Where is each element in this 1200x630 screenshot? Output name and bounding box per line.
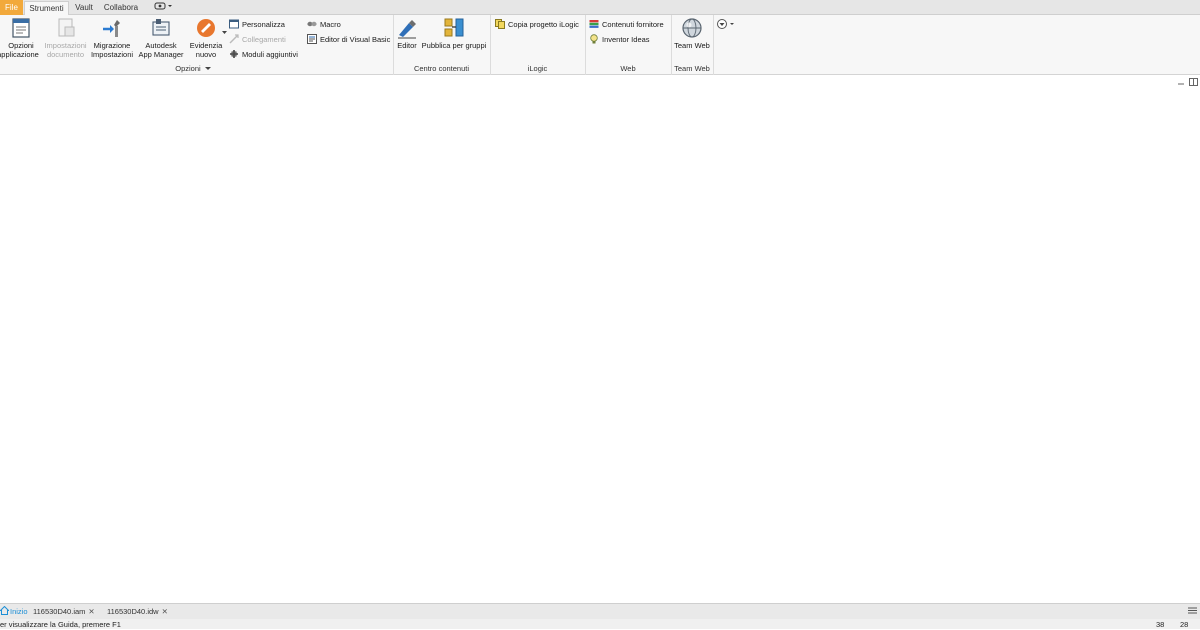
graphics-canvas[interactable] bbox=[0, 76, 1200, 603]
links-icon bbox=[229, 34, 239, 44]
customize-icon bbox=[229, 19, 239, 29]
tab-vault[interactable]: Vault bbox=[72, 1, 96, 15]
app-manager-button[interactable]: Autodesk App Manager bbox=[136, 17, 186, 59]
tab-strumenti[interactable]: Strumenti bbox=[24, 1, 69, 16]
impostazioni-documento-button[interactable]: Impostazioni documento bbox=[43, 17, 88, 59]
personalizza-button[interactable]: Personalizza bbox=[229, 18, 285, 31]
app-manager-label-1: Autodesk bbox=[145, 41, 177, 50]
minimize-button[interactable] bbox=[1177, 78, 1185, 88]
document-idw-label: 116530D40.idw bbox=[107, 607, 159, 616]
moduli-aggiuntivi-button[interactable]: Moduli aggiuntivi bbox=[229, 48, 298, 61]
migrazione-impostazioni-button[interactable]: Migrazione Impostazioni bbox=[89, 17, 135, 59]
visual-basic-editor-icon bbox=[307, 34, 317, 44]
collegamenti-button[interactable]: Collegamenti bbox=[229, 33, 286, 46]
contenuti-fornitore-label: Contenuti fornitore bbox=[602, 20, 664, 29]
inventor-ideas-label: Inventor Ideas bbox=[602, 35, 650, 44]
document-iam-label: 116530D40.iam bbox=[33, 607, 86, 616]
opzioni-applicazione-label-2: applicazione bbox=[0, 50, 39, 59]
status-help-text: er visualizzare la Guida, premere F1 bbox=[0, 620, 121, 629]
minimize-icon bbox=[1178, 83, 1184, 85]
editor-label: Editor bbox=[397, 41, 417, 50]
restore-icon bbox=[1189, 78, 1198, 86]
tab-document-iam[interactable]: 116530D40.iam ✕ bbox=[33, 605, 95, 619]
panel-title-opzioni[interactable]: Opzioni bbox=[170, 64, 216, 74]
contenuti-fornitore-button[interactable]: Contenuti fornitore bbox=[589, 18, 664, 31]
migrazione-label-2: Impostazioni bbox=[90, 50, 134, 59]
opzioni-applicazione-button[interactable]: Opzioni applicazione bbox=[0, 17, 42, 59]
panel-title-ilogic: iLogic bbox=[527, 64, 548, 73]
restore-button[interactable] bbox=[1189, 78, 1198, 88]
collegamenti-label: Collegamenti bbox=[242, 35, 286, 44]
tab-file[interactable]: File bbox=[0, 0, 23, 15]
menu-icon bbox=[1188, 607, 1197, 614]
copia-progetto-ilogic-button[interactable]: Copia progetto iLogic bbox=[495, 18, 579, 31]
copia-ilogic-label: Copia progetto iLogic bbox=[508, 20, 579, 29]
team-web-label: Team Web bbox=[674, 41, 710, 50]
panel-expand-icon bbox=[204, 67, 211, 70]
evidenzia-label-2: nuovo bbox=[195, 50, 217, 59]
editor-button[interactable]: Editor bbox=[395, 17, 419, 50]
tab-document-idw[interactable]: 116530D40.idw ✕ bbox=[107, 605, 168, 619]
tab-home[interactable]: Inizio bbox=[0, 605, 30, 619]
highlight-new-icon bbox=[197, 19, 215, 37]
home-tab-label: Inizio bbox=[10, 607, 28, 616]
impostazioni-documento-label-2: documento bbox=[46, 50, 85, 59]
editor-vb-label: Editor di Visual Basic bbox=[320, 35, 391, 44]
ideas-lightbulb-icon bbox=[590, 34, 598, 44]
status-bar: er visualizzare la Guida, premere F1 38 … bbox=[0, 619, 1200, 629]
personalizza-label: Personalizza bbox=[242, 20, 285, 29]
panel-title-opzioni-label: Opzioni bbox=[175, 64, 201, 73]
tab-list-button[interactable] bbox=[1188, 605, 1197, 619]
document-settings-icon bbox=[58, 18, 74, 37]
pubblica-label: Pubblica per gruppi bbox=[421, 41, 487, 50]
close-icon[interactable]: ✕ bbox=[88, 607, 94, 616]
publish-group-icon bbox=[444, 18, 464, 37]
display-dropdown-button[interactable] bbox=[151, 1, 177, 15]
document-tab-bar: Inizio 116530D40.iam ✕ 116530D40.idw ✕ bbox=[0, 603, 1200, 619]
macro-label: Macro bbox=[320, 20, 341, 29]
ribbon: Opzioni applicazione Impostazioni docume… bbox=[0, 15, 1200, 75]
inventor-ideas-button[interactable]: Inventor Ideas bbox=[589, 33, 650, 46]
evidenzia-nuovo-button[interactable]: Evidenzia nuovo bbox=[187, 17, 225, 59]
team-web-button[interactable]: Team Web bbox=[673, 17, 711, 50]
app-manager-icon bbox=[152, 19, 170, 36]
evidenzia-label-1: Evidenzia bbox=[189, 41, 223, 50]
supplier-content-icon bbox=[589, 20, 599, 28]
application-options-icon bbox=[12, 18, 30, 38]
editor-visual-basic-button[interactable]: Editor di Visual Basic bbox=[307, 33, 390, 46]
home-icon bbox=[0, 605, 10, 615]
moduli-label: Moduli aggiuntivi bbox=[242, 50, 298, 59]
impostazioni-documento-label-1: Impostazioni bbox=[44, 41, 87, 50]
display-icon bbox=[154, 2, 172, 10]
settings-migration-icon bbox=[103, 20, 120, 37]
panel-title-team-web: Team Web bbox=[674, 64, 710, 73]
ribbon-overflow-button[interactable] bbox=[716, 18, 738, 30]
tab-collabora[interactable]: Collabora bbox=[101, 1, 141, 15]
macro-icon bbox=[307, 21, 317, 27]
evidenzia-dropdown-icon[interactable] bbox=[222, 30, 227, 35]
app-manager-label-2: App Manager bbox=[138, 50, 184, 59]
panel-separator bbox=[713, 15, 714, 75]
status-count-2: 28 bbox=[1180, 620, 1189, 629]
chevron-down-circle-icon bbox=[717, 19, 734, 29]
panel-title-web: Web bbox=[620, 64, 636, 73]
opzioni-applicazione-label-1: Opzioni bbox=[8, 41, 34, 50]
migrazione-label-1: Migrazione bbox=[93, 41, 131, 50]
copy-ilogic-project-icon bbox=[495, 19, 505, 29]
add-ins-icon bbox=[230, 50, 238, 58]
globe-icon bbox=[682, 18, 702, 38]
panel-title-centro-contenuti: Centro contenuti bbox=[413, 64, 470, 73]
pubblica-per-gruppi-button[interactable]: Pubblica per gruppi bbox=[420, 17, 488, 50]
ribbon-tab-strip: File Strumenti Vault Collabora bbox=[0, 0, 1200, 16]
content-editor-icon bbox=[398, 20, 416, 39]
close-icon[interactable]: ✕ bbox=[162, 607, 168, 616]
macro-button[interactable]: Macro bbox=[307, 18, 341, 31]
status-count-1: 38 bbox=[1156, 620, 1165, 629]
